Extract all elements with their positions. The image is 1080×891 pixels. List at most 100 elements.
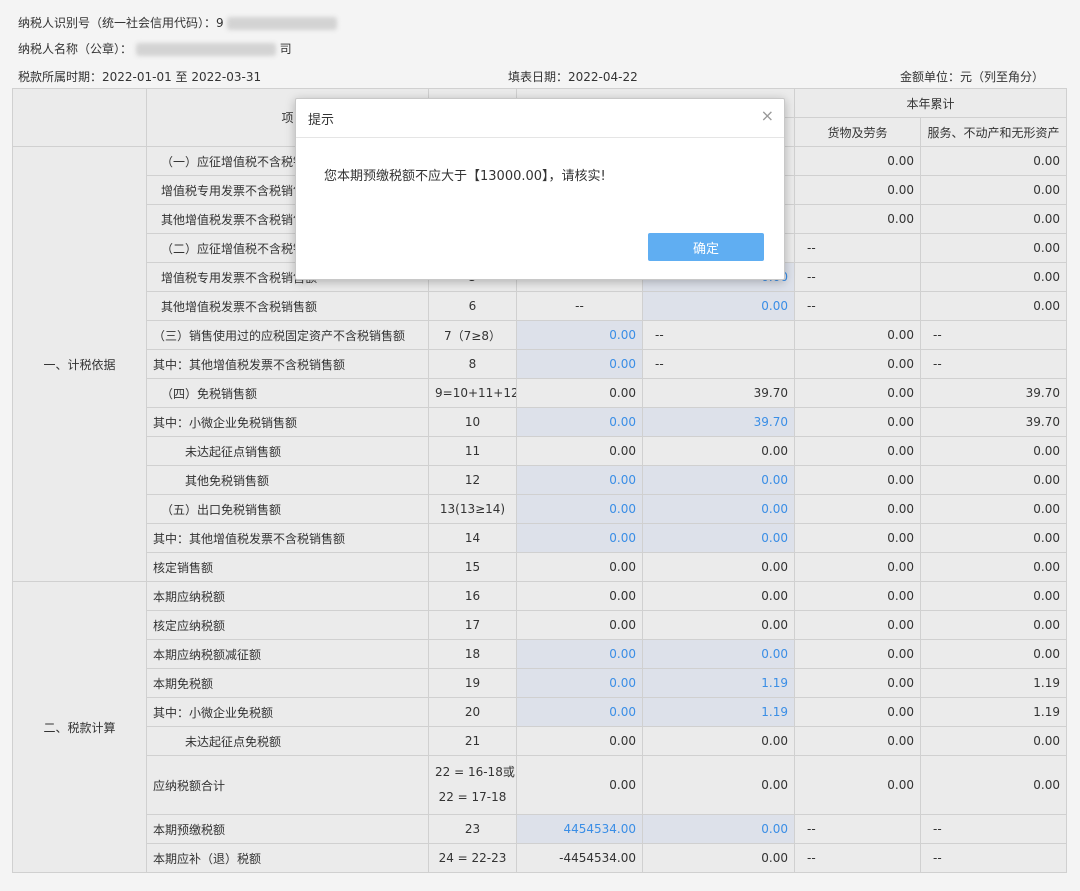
cell-b[interactable]: 39.70 [642, 407, 795, 437]
row-item: 其中：小微企业免税额 [146, 697, 429, 727]
header-ytd: 本年累计 [793, 88, 1068, 118]
cell-b: 0.00 [642, 843, 795, 873]
cell-d: -- [919, 349, 1068, 379]
row-line: 11 [428, 436, 517, 466]
cell-d: 39.70 [919, 378, 1068, 408]
row-item: （三）销售使用过的应税固定资产不含税销售额 [146, 320, 429, 350]
taxpayer-name-line: 纳税人名称（公章）： 司 [18, 40, 292, 57]
row-item: 本期免税额 [146, 668, 429, 698]
cell-a[interactable]: 0.00 [516, 465, 643, 495]
cell-a[interactable]: 0.00 [516, 320, 643, 350]
cell-a[interactable]: 0.00 [516, 494, 643, 524]
cell-a: 0.00 [516, 610, 643, 640]
dialog-header: 提示 × [296, 99, 784, 138]
row-item: 核定应纳税额 [146, 610, 429, 640]
cell-c: 0.00 [794, 320, 921, 350]
cell-c: 0.00 [794, 146, 921, 176]
cell-c: 0.00 [794, 494, 921, 524]
group-tax-calculation: 二、税款计算 [12, 581, 147, 873]
cell-b[interactable]: 0.00 [642, 639, 795, 669]
row-line: 6 [428, 291, 517, 321]
taxpayer-name-suffix: 司 [279, 42, 292, 56]
cell-b[interactable]: 1.19 [642, 697, 795, 727]
cell-c: 0.00 [794, 523, 921, 553]
amount-unit: 金额单位：元（列至角分） [899, 70, 1044, 84]
row-line: 24 = 22-23 [428, 843, 517, 873]
cell-c: 0.00 [794, 204, 921, 234]
row-line: 14 [428, 523, 517, 553]
cell-a: 0.00 [516, 755, 643, 815]
cell-b: 0.00 [642, 755, 795, 815]
cell-a[interactable]: 0.00 [516, 349, 643, 379]
cell-d: 0.00 [919, 726, 1068, 756]
cell-a[interactable]: 4454534.00 [516, 814, 643, 844]
cell-b[interactable]: 0.00 [642, 465, 795, 495]
cell-b[interactable]: 0.00 [642, 814, 795, 844]
row-line: 21 [428, 726, 517, 756]
cell-b: 39.70 [642, 378, 795, 408]
cell-d: 0.00 [919, 581, 1068, 611]
cell-b[interactable]: 1.19 [642, 668, 795, 698]
cell-b: -- [642, 320, 795, 350]
table-row: （三）销售使用过的应税固定资产不含税销售额 7（7≥8） 0.00 -- 0.0… [13, 320, 1068, 350]
row-item: 本期应纳税额 [146, 581, 429, 611]
taxpayer-id-line: 纳税人识别号（统一社会信用代码）：9 [18, 14, 338, 31]
row-line-part2: 22 = 17-18 [438, 790, 507, 804]
table-row: 其中：小微企业免税额 20 0.00 1.19 0.00 1.19 [13, 697, 1068, 727]
tax-period: 税款所属时期：2022-01-01 至 2022-03-31 [18, 70, 262, 84]
row-line: 18 [428, 639, 517, 669]
cell-a: 0.00 [516, 726, 643, 756]
row-item: （五）出口免税销售额 [146, 494, 429, 524]
table-row: （五）出口免税销售额 13(13≥14) 0.00 0.00 0.00 0.00 [13, 494, 1068, 524]
cell-d: 1.19 [919, 697, 1068, 727]
cell-a[interactable]: 0.00 [516, 407, 643, 437]
table-row: 未达起征点销售额 11 0.00 0.00 0.00 0.00 [13, 436, 1068, 466]
table-row: 其中：小微企业免税销售额 10 0.00 39.70 0.00 39.70 [13, 407, 1068, 437]
table-row: 未达起征点免税额 21 0.00 0.00 0.00 0.00 [13, 726, 1068, 756]
alert-dialog: 提示 × 您本期预缴税额不应大于【13000.00】，请核实! 确定 [295, 98, 785, 280]
cell-b[interactable]: 0.00 [642, 291, 795, 321]
row-line: 17 [428, 610, 517, 640]
cell-c: 0.00 [794, 581, 921, 611]
header-ytd-services: 服务、不动产和无形资产 [919, 117, 1068, 147]
taxpayer-id-label: 纳税人识别号（统一社会信用代码）：9 [18, 16, 224, 30]
cell-d: 0.00 [919, 639, 1068, 669]
cell-c: 0.00 [794, 755, 921, 815]
redacted-taxpayer-id [227, 17, 338, 30]
cell-b: 0.00 [642, 436, 795, 466]
confirm-button[interactable]: 确定 [648, 233, 764, 261]
cell-c: -- [794, 291, 921, 321]
row-item: 核定销售额 [146, 552, 429, 582]
cell-c: 0.00 [794, 378, 921, 408]
dialog-title: 提示 [308, 113, 335, 128]
cell-a[interactable]: 0.00 [516, 639, 643, 669]
cell-c: 0.00 [794, 175, 921, 205]
table-row: 本期免税额 19 0.00 1.19 0.00 1.19 [13, 668, 1068, 698]
cell-b[interactable]: 0.00 [642, 494, 795, 524]
cell-d: 0.00 [919, 494, 1068, 524]
row-line: 13(13≥14) [428, 494, 517, 524]
row-item: 其中：其他增值税发票不含税销售额 [146, 349, 429, 379]
cell-c: 0.00 [794, 726, 921, 756]
redacted-taxpayer-name [135, 43, 276, 56]
cell-d: 0.00 [919, 262, 1068, 292]
cell-d: 39.70 [919, 407, 1068, 437]
cell-c: 0.00 [794, 668, 921, 698]
close-icon[interactable]: × [761, 107, 774, 125]
cell-b: 0.00 [642, 610, 795, 640]
table-row: 本期应纳税额减征额 18 0.00 0.00 0.00 0.00 [13, 639, 1068, 669]
row-line: 12 [428, 465, 517, 495]
table-row: 本期应补（退）税额 24 = 22-23 -4454534.00 0.00 --… [13, 843, 1068, 873]
cell-a[interactable]: 0.00 [516, 668, 643, 698]
row-item: 其他免税销售额 [146, 465, 429, 495]
cell-b[interactable]: 0.00 [642, 523, 795, 553]
row-item: 应纳税额合计 [146, 755, 429, 815]
row-item: 未达起征点销售额 [146, 436, 429, 466]
cell-a[interactable]: 0.00 [516, 523, 643, 553]
cell-c: 0.00 [794, 465, 921, 495]
row-line: 16 [428, 581, 517, 611]
cell-a[interactable]: 0.00 [516, 697, 643, 727]
row-line-part1: 22 = 16-18或 [435, 765, 515, 779]
cell-b: 0.00 [642, 726, 795, 756]
cell-d: 0.00 [919, 523, 1068, 553]
